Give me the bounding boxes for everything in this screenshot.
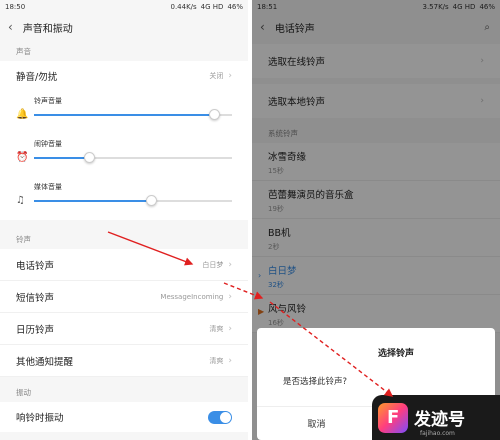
arrow-to-phone-ringtone (107, 231, 194, 266)
arrow-to-confirm (269, 301, 394, 397)
arrow-to-ringtone-list (223, 282, 264, 300)
annotation-arrows (107, 231, 394, 397)
